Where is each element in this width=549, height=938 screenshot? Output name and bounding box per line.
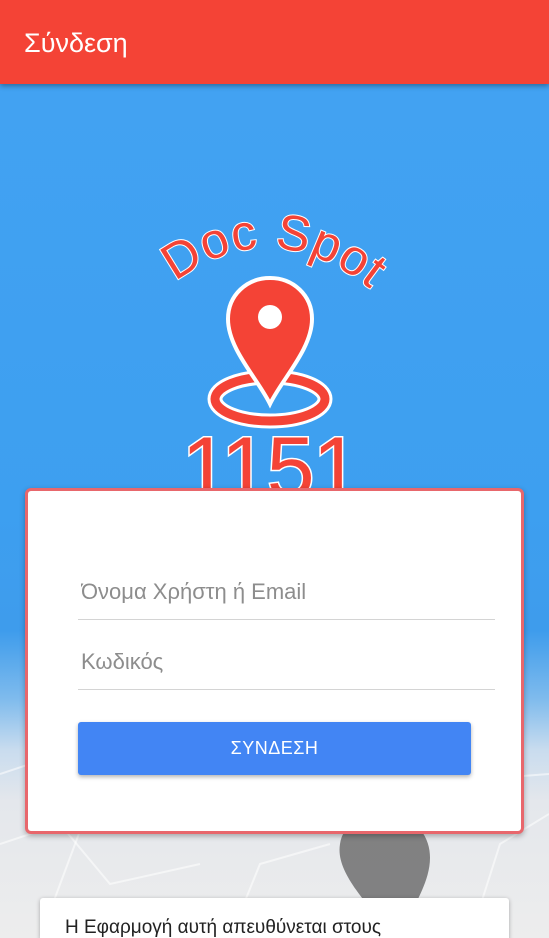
page-title: Σύνδεση: [24, 28, 128, 58]
login-button[interactable]: ΣΥΝΔΕΣΗ: [78, 722, 471, 775]
login-card: ΣΥΝΔΕΣΗ: [25, 488, 524, 834]
background: Doc Spot 1151 ΣΥΝΔΕΣΗ Η Εφαρμογή αυτή απ…: [0, 84, 549, 938]
doc-spot-logo: Doc Spot 1151: [150, 204, 398, 514]
info-text: Η Εφαρμογή αυτή απευθύνεται στους: [65, 917, 382, 938]
password-input[interactable]: [78, 634, 495, 690]
app-bar: Σύνδεση: [0, 0, 549, 84]
info-card: Η Εφαρμογή αυτή απευθύνεται στους: [40, 898, 509, 938]
username-email-input[interactable]: [78, 564, 495, 620]
